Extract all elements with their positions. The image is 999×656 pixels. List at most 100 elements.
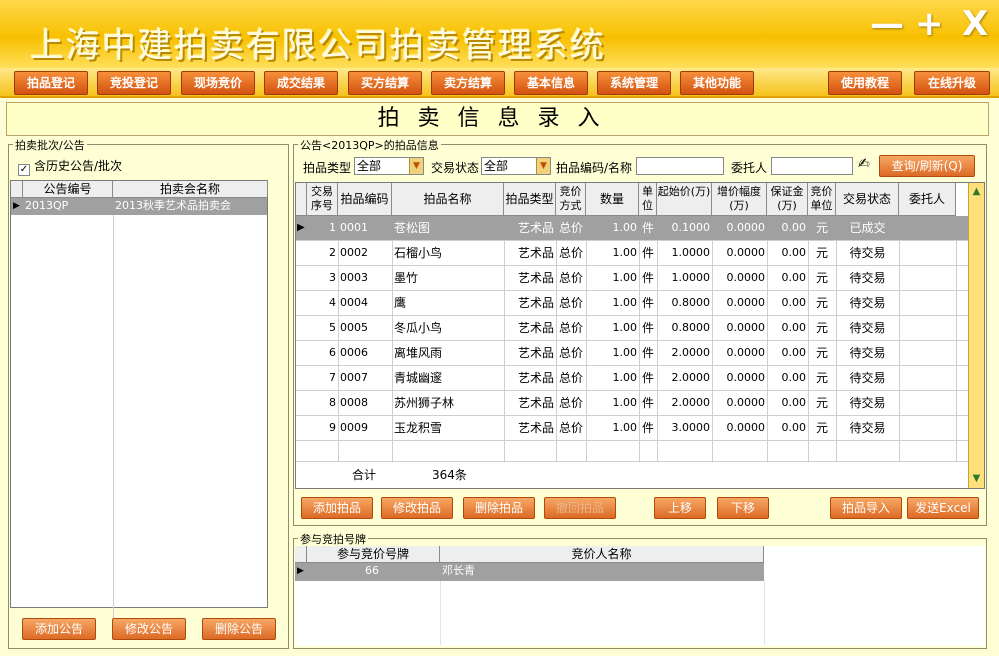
cell-status: 待交易 <box>849 246 886 260</box>
cell-unit: 件 <box>641 321 654 335</box>
column-header-status: 交易状态 <box>836 183 899 216</box>
cell-name: 苍松图 <box>394 221 431 235</box>
checkmark-icon: ✓ <box>18 164 30 176</box>
cell-step: 0.0000 <box>726 421 766 434</box>
row-pointer-icon: ▶ <box>297 222 305 233</box>
table-row[interactable]: 8 0008 苏州狮子林 艺术品 总价 1.00 件 2.0000 0.0000 0.00 元 待交易 <box>296 391 968 416</box>
add-item-button[interactable]: 添加拍品 <box>301 497 373 519</box>
menu-item-basic-info[interactable]: 基本信息 <box>514 71 588 95</box>
include-history-checkbox[interactable]: ✓ 含历史公告/批次 <box>18 157 122 176</box>
edit-item-button[interactable]: 修改拍品 <box>381 497 453 519</box>
table-row[interactable]: 6 0006 离堆风雨 艺术品 总价 1.00 件 2.0000 0.0000 0.00 元 待交易 <box>296 341 968 366</box>
table-row[interactable]: 9 0009 玉龙积雪 艺术品 总价 1.00 件 3.0000 0.0000 0.00 元 待交易 <box>296 416 968 441</box>
menu-item-online-upgrade[interactable]: 在线升级 <box>914 71 990 95</box>
cell-start: 0.8000 <box>671 321 711 334</box>
cell-unit: 件 <box>641 271 654 285</box>
move-down-button[interactable]: 下移 <box>717 497 769 519</box>
withdraw-item-button[interactable]: 撤回拍品 <box>544 497 616 519</box>
move-up-button[interactable]: 上移 <box>654 497 706 519</box>
cell-type: 艺术品 <box>517 296 554 310</box>
column-header-code: 公告编号 <box>23 181 113 198</box>
scroll-up-icon[interactable]: ▲ <box>971 186 982 197</box>
total-label: 合计 <box>352 468 377 482</box>
menu-item-register-lots[interactable]: 拍品登记 <box>14 71 88 95</box>
code-filter-input[interactable] <box>636 157 724 175</box>
table-row[interactable]: 2 0002 石榴小鸟 艺术品 总价 1.00 件 1.0000 0.0000 0.00 元 待交易 <box>296 241 968 266</box>
send-excel-button[interactable]: 发送Excel <box>907 497 979 519</box>
cell-status: 待交易 <box>849 346 886 360</box>
cell-start: 2.0000 <box>671 396 711 409</box>
cell-code: 0003 <box>340 271 368 284</box>
delete-notice-button[interactable]: 删除公告 <box>202 618 276 640</box>
table-row[interactable]: 3 0003 墨竹 艺术品 总价 1.00 件 1.0000 0.0000 0.00 元 待交易 <box>296 266 968 291</box>
cell-qty: 1.00 <box>612 421 638 434</box>
table-row[interactable]: 4 0004 鹰 艺术品 总价 1.00 件 0.8000 0.0000 0.00 元 待交易 <box>296 291 968 316</box>
column-header-name: 拍品名称 <box>392 183 504 216</box>
cell-seq: 4 <box>329 296 336 309</box>
edit-notice-button[interactable]: 修改公告 <box>112 618 186 640</box>
close-button[interactable]: X <box>962 4 988 44</box>
include-history-label: 含历史公告/批次 <box>34 159 123 173</box>
cell-step: 0.0000 <box>726 371 766 384</box>
consignor-filter-input[interactable] <box>771 157 853 175</box>
maximize-button[interactable]: + <box>915 4 944 44</box>
query-refresh-button[interactable]: 查询/刷新(Q) <box>879 155 975 177</box>
cell-deposit: 0.00 <box>781 321 807 334</box>
cell-step: 0.0000 <box>726 246 766 259</box>
cell-status: 已成交 <box>849 221 886 235</box>
menu-item-seller-settlement[interactable]: 卖方结算 <box>431 71 505 95</box>
cell-status: 待交易 <box>849 421 886 435</box>
import-items-button[interactable]: 拍品导入 <box>830 497 902 519</box>
cell-seq: 2 <box>329 246 336 259</box>
column-header-step: 增价幅度(万) <box>712 183 767 216</box>
cell-code: 0005 <box>340 321 368 334</box>
column-header-consignor: 委托人 <box>899 183 956 216</box>
menu-item-buyer-settlement[interactable]: 买方结算 <box>348 71 422 95</box>
cell-status: 待交易 <box>849 371 886 385</box>
row-pointer-icon: ▶ <box>297 566 304 576</box>
menu-item-system-admin[interactable]: 系统管理 <box>597 71 671 95</box>
items-footer-row: 合计 364条 <box>296 461 968 488</box>
cell-type: 艺术品 <box>517 221 554 235</box>
table-row[interactable]: ▶ 66 邓长青 <box>295 563 764 581</box>
lookup-icon[interactable]: ✍ <box>858 156 870 172</box>
cell-mode: 总价 <box>558 346 583 360</box>
cell-step: 0.0000 <box>726 346 766 359</box>
table-row[interactable]: 5 0005 冬瓜小鸟 艺术品 总价 1.00 件 0.8000 0.0000 0.00 元 待交易 <box>296 316 968 341</box>
menu-item-bidder-register[interactable]: 竞投登记 <box>97 71 171 95</box>
table-row[interactable]: ▶ 1 0001 苍松图 艺术品 总价 1.00 件 0.1000 0.0000 0.00 元 已成交 <box>296 216 968 241</box>
menu-item-tutorial[interactable]: 使用教程 <box>828 71 902 95</box>
cell-mode: 总价 <box>558 371 583 385</box>
cell-mode: 总价 <box>558 271 583 285</box>
column-header-mode: 竞价方式 <box>556 183 586 216</box>
cell-code: 0006 <box>340 346 368 359</box>
cell-seq: 3 <box>329 271 336 284</box>
cell-code: 0001 <box>340 221 368 234</box>
menu-item-live-bidding[interactable]: 现场竞价 <box>181 71 255 95</box>
items-scrollbar[interactable]: ▲ ▼ <box>968 183 984 488</box>
type-filter-select[interactable]: 全部 ▼ <box>354 157 424 175</box>
status-filter-label: 交易状态 <box>431 161 480 175</box>
row-pointer-icon: ▶ <box>13 201 20 211</box>
cell-type: 艺术品 <box>517 321 554 335</box>
minimize-button[interactable]: — <box>870 4 904 44</box>
cell-unit: 件 <box>641 396 654 410</box>
cell-step: 0.0000 <box>726 296 766 309</box>
consignor-filter-label: 委托人 <box>731 161 768 175</box>
table-row[interactable]: 7 0007 青城幽邃 艺术品 总价 1.00 件 2.0000 0.0000 0.00 元 待交易 <box>296 366 968 391</box>
cell-deposit: 0.00 <box>781 421 807 434</box>
chevron-down-icon: ▼ <box>536 158 550 174</box>
bidders-group-title: 参与竞拍号牌 <box>298 531 368 547</box>
column-header-code: 拍品编码 <box>338 183 392 216</box>
delete-item-button[interactable]: 删除拍品 <box>463 497 535 519</box>
menu-item-other[interactable]: 其他功能 <box>680 71 754 95</box>
table-row[interactable]: ▶ 2013QP 2013秋季艺术品拍卖会 <box>11 198 267 215</box>
column-header-unit: 单位 <box>639 183 657 216</box>
add-notice-button[interactable]: 添加公告 <box>22 618 96 640</box>
batch-table: 公告编号 拍卖会名称 ▶ 2013QP 2013秋季艺术品拍卖会 <box>10 180 268 624</box>
column-header-name: 拍卖会名称 <box>113 181 268 198</box>
column-header-type: 拍品类型 <box>504 183 556 216</box>
status-filter-select[interactable]: 全部 ▼ <box>481 157 551 175</box>
scroll-down-icon[interactable]: ▼ <box>971 473 982 484</box>
menu-item-results[interactable]: 成交结果 <box>264 71 338 95</box>
